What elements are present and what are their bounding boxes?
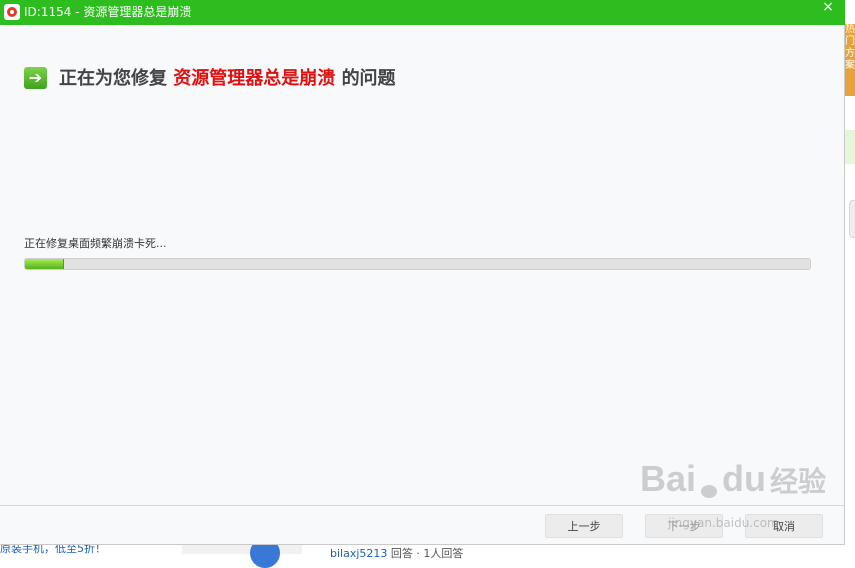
watermark-url: jingyan.baidu.com [668,516,779,530]
footer-divider [0,505,845,506]
watermark-logo-start: Bai [640,458,697,499]
heading-prefix: 正在为您修复 [59,68,167,89]
lifebuoy-icon [4,4,20,20]
side-promo-tab[interactable]: 热门方案 [845,24,855,96]
background-answer-meta: bilaxj5213 回答 · 1人回答 [330,545,463,561]
progress-fill [25,259,65,269]
baidu-jingyan-watermark: Bai du 经验 [640,458,826,500]
watermark-jingyan: 经验 [770,465,827,498]
prev-button[interactable]: 上一步 [545,514,623,538]
page-heading: 正在为您修复 资源管理器总是崩溃 的问题 [59,67,396,91]
arrow-right-icon: ➔ [24,67,47,89]
progress-bar [24,258,811,270]
close-button[interactable]: × [818,0,838,16]
paw-icon [696,475,722,499]
window-title: ID:1154 - 资源管理器总是崩溃 [24,5,192,19]
heading-issue: 资源管理器总是崩溃 [173,68,336,89]
side-promo-label: 热门方案 [845,24,855,71]
watermark-logo-end: du [722,458,767,499]
side-green-panel [845,130,855,164]
title-bar[interactable]: ID:1154 - 资源管理器总是崩溃 × [0,0,845,25]
progress-status: 正在修复桌面频繁崩溃卡死... [24,237,167,250]
heading-suffix: 的问题 [341,68,396,89]
side-scroll-handle[interactable] [849,200,855,238]
